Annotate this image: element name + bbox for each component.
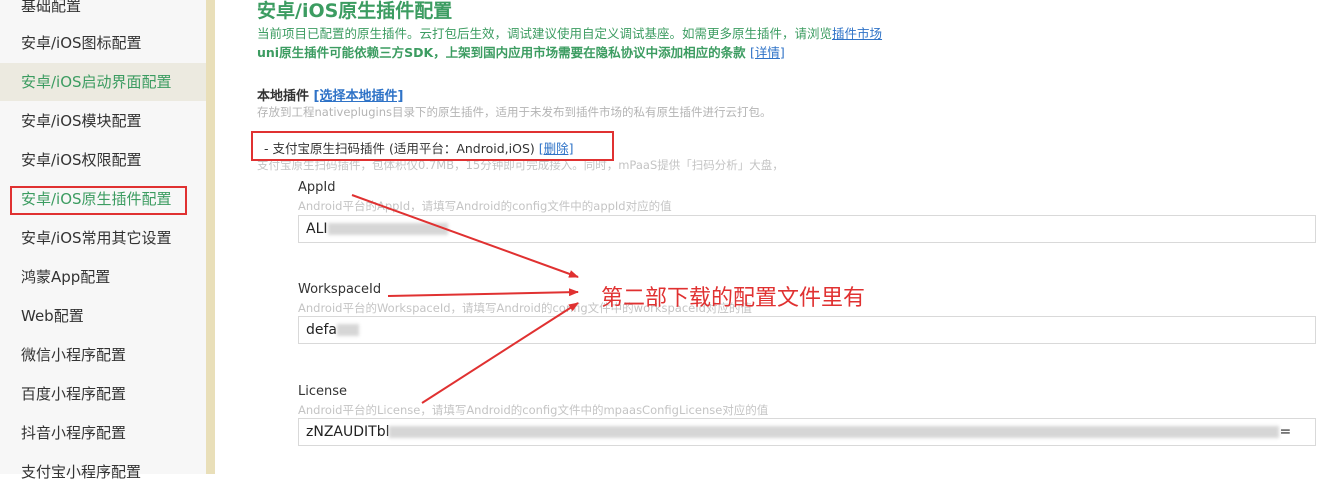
annotation-arrows — [351, 194, 579, 404]
annotation-text: 第二部下载的配置文件里有 — [601, 286, 866, 311]
arrow-workspaceid — [387, 288, 579, 297]
arrow-license — [421, 302, 579, 404]
arrow-appid — [351, 194, 579, 278]
